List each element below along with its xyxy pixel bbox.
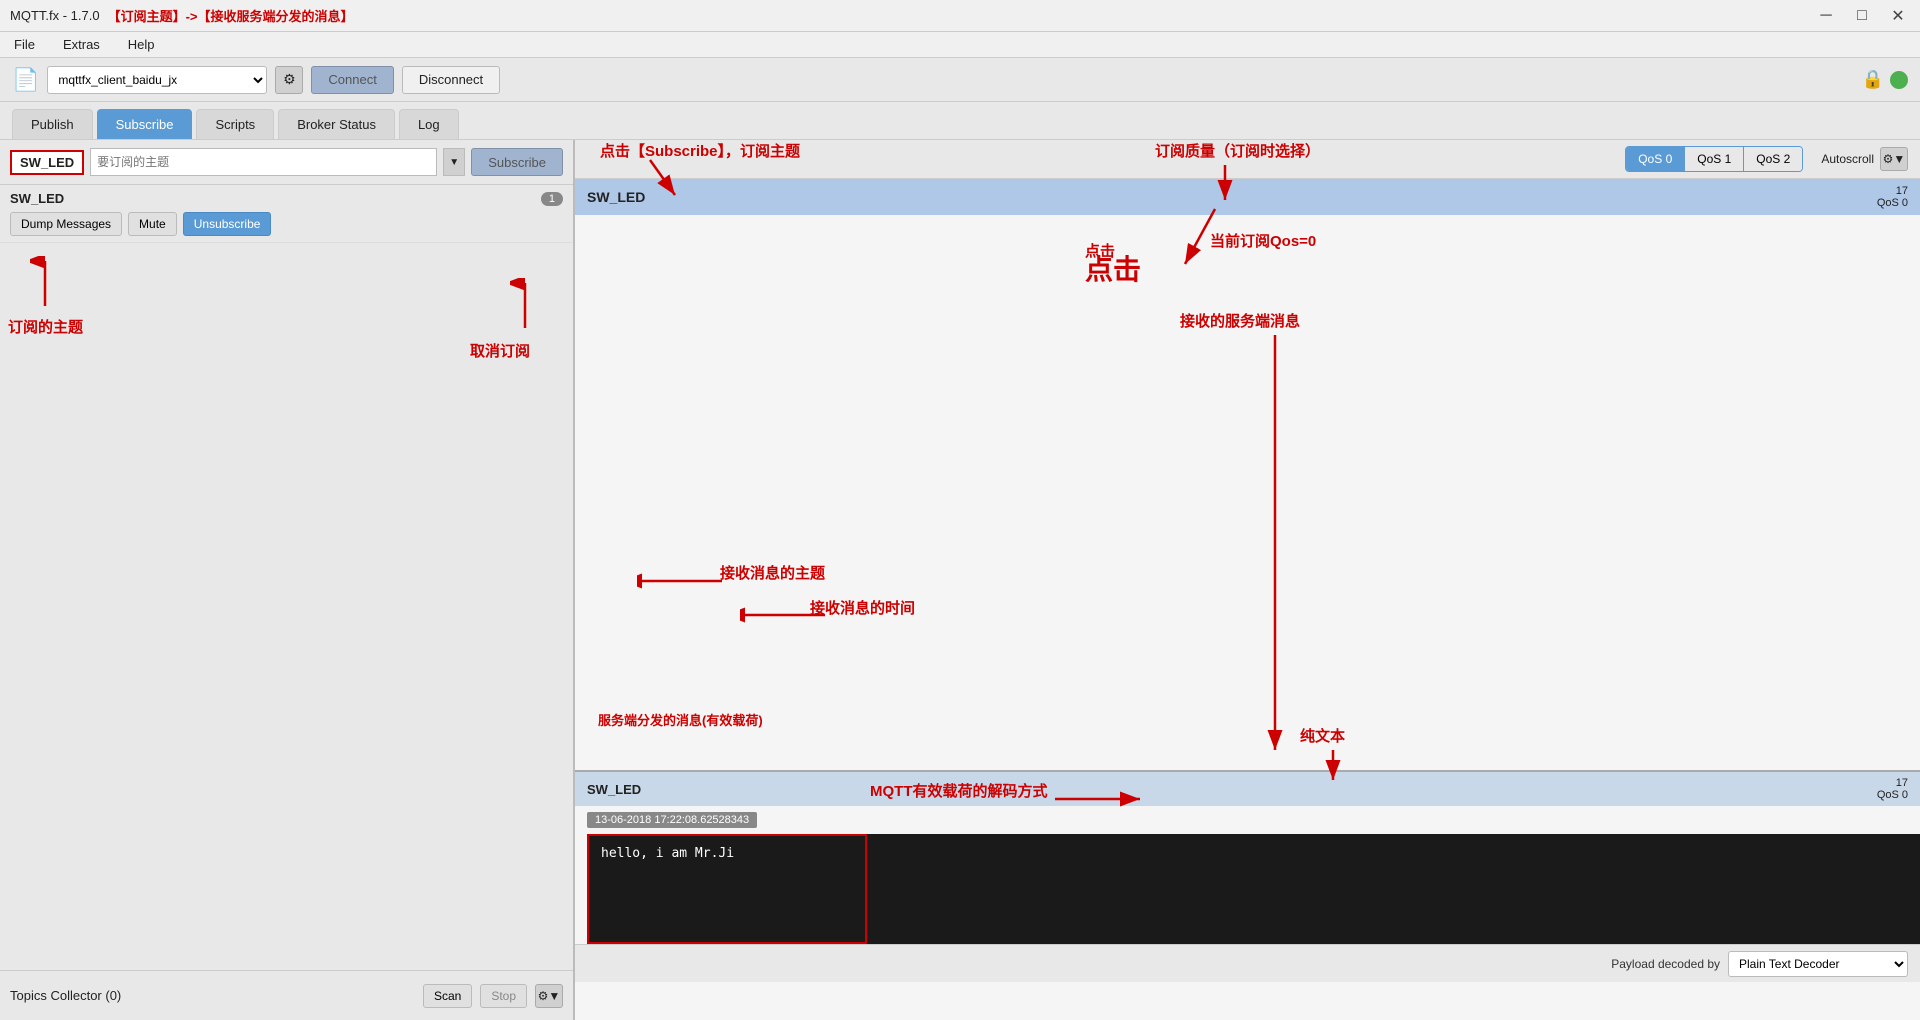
connection-bar: 📄 mqttfx_client_baidu_jx ⚙ Connect Disco… [0, 58, 1920, 102]
qos1-button[interactable]: QoS 1 [1685, 147, 1744, 171]
decoder-area: Payload decoded by Plain Text Decoder He… [575, 944, 1920, 982]
main-content: SW_LED ▼ Subscribe SW_LED 1 Dump Message… [0, 140, 1920, 1020]
qos0-button[interactable]: QoS 0 [1626, 147, 1685, 171]
message-list-header: SW_LED 17 QoS 0 [575, 179, 1920, 215]
message-detail-count: 17 [1896, 777, 1908, 789]
message-count: 17 [1896, 185, 1908, 197]
app-title: MQTT.fx - 1.7.0 [10, 8, 100, 23]
maximize-button[interactable]: □ [1850, 4, 1874, 28]
lock-icon: 🔒 [1862, 69, 1884, 90]
message-timestamp: 13-06-2018 17:22:08.62528343 [587, 812, 757, 828]
settings-gear-button[interactable]: ⚙ [275, 66, 303, 94]
qos2-button[interactable]: QoS 2 [1744, 147, 1802, 171]
left-panel: SW_LED ▼ Subscribe SW_LED 1 Dump Message… [0, 140, 575, 1020]
menu-help[interactable]: Help [122, 35, 161, 54]
tab-publish[interactable]: Publish [12, 109, 93, 139]
menu-bar: File Extras Help [0, 32, 1920, 58]
message-qos: QoS 0 [1877, 197, 1908, 209]
message-payload: hello, i am Mr.Ji [587, 834, 867, 944]
right-panel: QoS 0 QoS 1 QoS 2 Autoscroll ⚙▼ SW_LED 1… [575, 140, 1920, 1020]
collector-settings-button[interactable]: ⚙▼ [535, 984, 563, 1008]
qos-bar: QoS 0 QoS 1 QoS 2 Autoscroll ⚙▼ [575, 140, 1920, 179]
connect-button[interactable]: Connect [311, 66, 393, 94]
subscribe-button[interactable]: Subscribe [471, 148, 563, 176]
message-detail-header: SW_LED 17 QoS 0 [575, 772, 1920, 806]
close-button[interactable]: ✕ [1886, 4, 1910, 28]
stop-button[interactable]: Stop [480, 984, 527, 1008]
topic-dropdown-button[interactable]: ▼ [443, 148, 465, 176]
subscribe-area: SW_LED ▼ Subscribe [0, 140, 573, 185]
dump-messages-button[interactable]: Dump Messages [10, 212, 122, 236]
tab-scripts[interactable]: Scripts [196, 109, 274, 139]
autoscroll-button[interactable]: ⚙▼ [1880, 147, 1908, 171]
tab-bar: Publish Subscribe Scripts Broker Status … [0, 102, 1920, 140]
profile-select[interactable]: mqttfx_client_baidu_jx [47, 66, 267, 94]
tab-subscribe[interactable]: Subscribe [97, 109, 193, 139]
menu-file[interactable]: File [8, 35, 41, 54]
message-content-area: hello, i am Mr.Ji [575, 834, 1920, 944]
connection-status-dot [1890, 71, 1908, 89]
profile-icon: 📄 [12, 67, 39, 93]
topics-collector: Topics Collector (0) Scan Stop ⚙▼ [0, 970, 573, 1020]
message-detail-topic: SW_LED [587, 782, 641, 797]
message-detail-qos: QoS 0 [1877, 789, 1908, 801]
title-bar: MQTT.fx - 1.7.0 【订阅主题】->【接收服务端分发的消息】 ─ □… [0, 0, 1920, 32]
qos-group: QoS 0 QoS 1 QoS 2 [1625, 146, 1803, 172]
topic-tag: SW_LED [10, 150, 84, 175]
minimize-button[interactable]: ─ [1814, 4, 1838, 28]
subscription-list: SW_LED 1 Dump Messages Mute Unsubscribe [0, 185, 573, 970]
subscription-item: SW_LED 1 Dump Messages Mute Unsubscribe [0, 185, 573, 243]
message-payload-right [867, 834, 1920, 944]
disconnect-button[interactable]: Disconnect [402, 66, 500, 94]
mute-button[interactable]: Mute [128, 212, 177, 236]
payload-decoded-by-label: Payload decoded by [1611, 957, 1720, 971]
payload-decoder-select[interactable]: Plain Text Decoder Hex Decoder Base64 De… [1728, 951, 1908, 977]
scan-button[interactable]: Scan [423, 984, 472, 1008]
topic-input[interactable] [90, 148, 437, 176]
topics-collector-label: Topics Collector (0) [10, 988, 415, 1003]
autoscroll-label: Autoscroll [1821, 152, 1874, 166]
window-controls: ─ □ ✕ [1814, 4, 1910, 28]
message-list-area: SW_LED 17 QoS 0 [575, 179, 1920, 770]
subscription-count-badge: 1 [541, 192, 563, 206]
unsubscribe-button[interactable]: Unsubscribe [183, 212, 272, 236]
subscribed-topic-name: SW_LED [10, 191, 64, 206]
message-list-topic: SW_LED [587, 189, 645, 205]
title-annotation: 【订阅主题】->【接收服务端分发的消息】 [108, 6, 354, 25]
tab-broker-status[interactable]: Broker Status [278, 109, 395, 139]
tab-log[interactable]: Log [399, 109, 459, 139]
menu-extras[interactable]: Extras [57, 35, 106, 54]
message-detail-area: SW_LED 17 QoS 0 13-06-2018 17:22:08.6252… [575, 770, 1920, 1020]
message-empty-area [575, 215, 1920, 770]
